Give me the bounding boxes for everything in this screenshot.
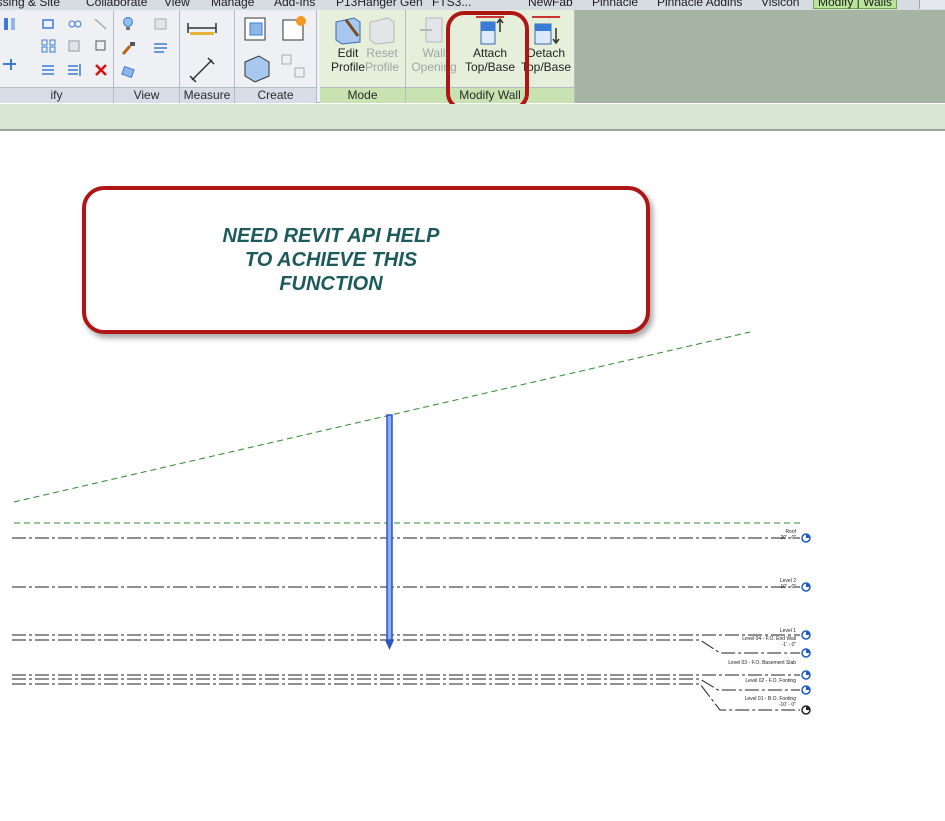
tab-view[interactable]: View [160,0,194,9]
panel-mode-title: Mode [320,87,405,103]
create-parts-icon[interactable] [279,14,309,44]
offset-icon[interactable] [66,62,84,78]
level-03-name: Level 03 - F.O. Basement Slab [728,660,796,666]
similar-icon [279,52,309,82]
level-label-roof: Roof 20' - 0" [740,529,796,541]
level-roof-elev: 20' - 0" [780,535,796,541]
help-callout: NEED REVIT API HELP TO ACHIEVE THIS FUNC… [82,186,650,334]
revit-window: assing & Site Collaborate View Manage Ad… [0,0,945,821]
tab-add-ins[interactable]: Add-Ins [270,0,319,9]
array-icon[interactable] [40,38,58,54]
detach-top-base-icon [530,14,562,46]
level-head-level03-icon[interactable] [801,670,811,680]
panel-mode: Edit Profile Reset Profile Mode [320,10,406,103]
hide-element-icon [152,16,170,32]
level-2-elev: 10' - 0" [780,584,796,590]
panel-measure: Measure [180,10,235,103]
copy-icon[interactable] [66,16,84,32]
level-1-name: Level 1 [779,628,796,634]
level-label-level04: Level 04 - F.O. End Wall -1' - 0" [720,636,796,648]
tab-pinnacle[interactable]: Pinnacle [588,0,642,9]
paintbrush-icon[interactable] [120,40,138,56]
level-head-level1-icon[interactable] [801,630,811,640]
level-head-level01-icon[interactable] [801,705,811,715]
level-head-roof-icon[interactable] [801,533,811,543]
panel-modify: ify [0,10,114,103]
level-head-level2-icon[interactable] [801,582,811,592]
level-01-elev: -10' - 0" [778,702,796,708]
linework-icon[interactable] [152,40,170,56]
panel-view: View [114,10,180,103]
create-assembly-icon[interactable] [241,14,271,44]
ribbon-empty-area [575,10,945,103]
panel-measure-title: Measure [180,87,234,103]
level-line-level04[interactable] [12,639,800,654]
level-04-elev: -1' - 0" [781,642,796,648]
tab-newfab[interactable]: NewFab [524,0,577,9]
ribbon-tab-strip: assing & Site Collaborate View Manage Ad… [0,0,945,10]
drawing-canvas[interactable]: Roof 20' - 0" Level 2 10' - 0" Level 1 Lev… [0,133,945,821]
callout-line-2: TO ACHIEVE THIS [244,249,418,271]
tab-manage[interactable]: Manage [207,0,258,9]
pin-icon[interactable] [92,38,110,54]
override-icon[interactable] [120,64,138,80]
reset-profile-label-2: Profile [364,60,399,74]
level-label-level01: Level 01 - B.O. Footing -10' - 0" [720,696,796,708]
panel-modify-title: ify [0,87,113,103]
ribbon-minimize-icon[interactable] [919,0,945,9]
level-line-level01[interactable] [12,683,800,711]
level-02-name: Level 02 - F.O. Footing [745,678,796,684]
tab-collaborate[interactable]: Collaborate [82,0,151,9]
tab-p13hanger-gen[interactable]: P13Hanger Gen [332,0,427,9]
rotate-disabled-icon [92,16,110,32]
measure-distance-icon[interactable] [186,20,222,36]
delete-icon[interactable] [92,62,110,78]
options-bar [0,104,945,131]
level-label-level2: Level 2 10' - 0" [740,578,796,590]
tab-fts3[interactable]: FTS3... [428,0,475,9]
sloped-reference-plane[interactable] [13,331,751,503]
align-icon[interactable] [2,16,20,32]
level-label-level03: Level 03 - F.O. Basement Slab [720,660,796,666]
dimension-icon[interactable] [188,54,218,84]
tab-modify-walls[interactable]: Modify | Walls [813,0,898,9]
level-head-level02-icon[interactable] [801,685,811,695]
callout-line-1: NEED REVIT API HELP [222,225,440,247]
move-icon[interactable] [40,16,58,32]
level-label-level1: Level 1 [720,628,796,634]
attach-highlight-ring [446,11,529,111]
lightbulb-icon[interactable] [120,16,138,32]
level-label-level02: Level 02 - F.O. Footing [720,678,796,684]
wall-element[interactable] [385,414,394,650]
reset-profile-icon [366,14,398,46]
tab-visicon[interactable]: Visicon [757,0,803,9]
level-head-level04-icon[interactable] [801,648,811,658]
callout-line-3: FUNCTION [279,273,383,295]
tab-pinnacle-addins[interactable]: Pinnacle Addins [653,0,746,9]
panel-view-title: View [114,87,179,103]
callout-text: NEED REVIT API HELP TO ACHIEVE THIS FUNC… [181,224,481,296]
scale-icon[interactable] [66,38,84,54]
ribbon: ify View Measure Create Edit Profile Res… [0,10,945,111]
split-icon[interactable] [40,62,58,78]
tab-massing-site[interactable]: assing & Site [0,0,64,9]
reset-profile-button: Reset Profile [354,14,410,84]
trim-extend-icon[interactable] [2,56,20,72]
panel-create-title: Create [235,87,316,103]
reset-profile-label-1: Reset [366,46,398,60]
panel-create: Create [235,10,317,103]
create-group-icon[interactable] [241,52,273,84]
